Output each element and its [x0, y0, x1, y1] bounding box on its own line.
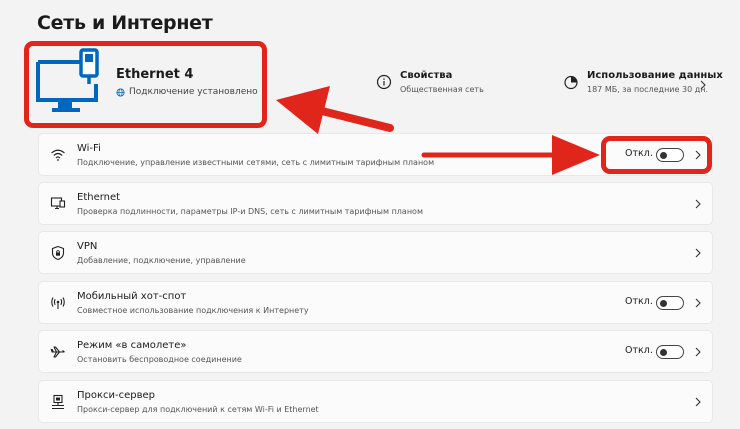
pie-chart-icon [564, 75, 578, 90]
card-subtitle: Остановить беспроводное соединение [77, 355, 242, 364]
card-title: Прокси-сервер [77, 390, 156, 401]
hotspot-icon [51, 297, 65, 309]
proxy-icon [52, 394, 64, 410]
card-title: Wi-Fi [77, 143, 101, 154]
chevron-right-icon [695, 347, 701, 357]
airplane-mode-toggle[interactable] [656, 345, 684, 359]
toggle-state-label: Откл. [625, 296, 653, 307]
card-subtitle: Прокси-сервер для подключений к сетям Wi… [77, 405, 319, 414]
chevron-right-icon [695, 248, 701, 258]
settings-card-vpn[interactable]: VPN Добавление, подключение, управление [38, 231, 713, 274]
page-title: Сеть и Интернет [37, 12, 213, 34]
properties-button[interactable]: Свойства Общественная сеть [376, 70, 484, 94]
wifi-icon [51, 149, 65, 161]
ethernet-icon [50, 197, 66, 210]
toggle-knob [660, 299, 667, 307]
card-subtitle: Совместное использование подключения к И… [77, 306, 309, 315]
airplane-icon [50, 346, 65, 358]
settings-card-proxy[interactable]: Прокси-сервер Прокси-сервер для подключе… [38, 380, 713, 423]
settings-card-ethernet[interactable]: Ethernet Проверка подлинности, параметры… [38, 182, 713, 225]
settings-card-airplane-mode[interactable]: Режим «в самолете» Остановить беспроводн… [38, 330, 713, 373]
hotspot-toggle[interactable] [656, 296, 684, 310]
info-icon [376, 74, 392, 90]
network-type: Общественная сеть [400, 85, 484, 94]
card-subtitle: Проверка подлинности, параметры IP-и DNS… [77, 207, 423, 216]
card-subtitle: Добавление, подключение, управление [77, 256, 246, 265]
card-title: Мобильный хот-спот [77, 291, 187, 302]
chevron-right-icon [700, 80, 706, 90]
toggle-state-label: Откл. [625, 345, 653, 356]
vpn-shield-icon [51, 245, 65, 261]
chevron-right-icon [695, 298, 701, 308]
card-title: Режим «в самолете» [77, 340, 187, 351]
card-subtitle: Подключение, управление известными сетям… [77, 158, 435, 167]
card-title: Ethernet [77, 192, 121, 203]
highlight-box-ethernet [24, 41, 267, 128]
chevron-right-icon [695, 199, 701, 209]
toggle-knob [660, 348, 667, 356]
properties-title: Свойства [400, 70, 453, 81]
highlight-box-wifi-toggle [601, 136, 712, 174]
settings-card-hotspot[interactable]: Мобильный хот-спот Совместное использова… [38, 281, 713, 324]
card-title: VPN [77, 241, 98, 252]
chevron-right-icon [695, 397, 701, 407]
